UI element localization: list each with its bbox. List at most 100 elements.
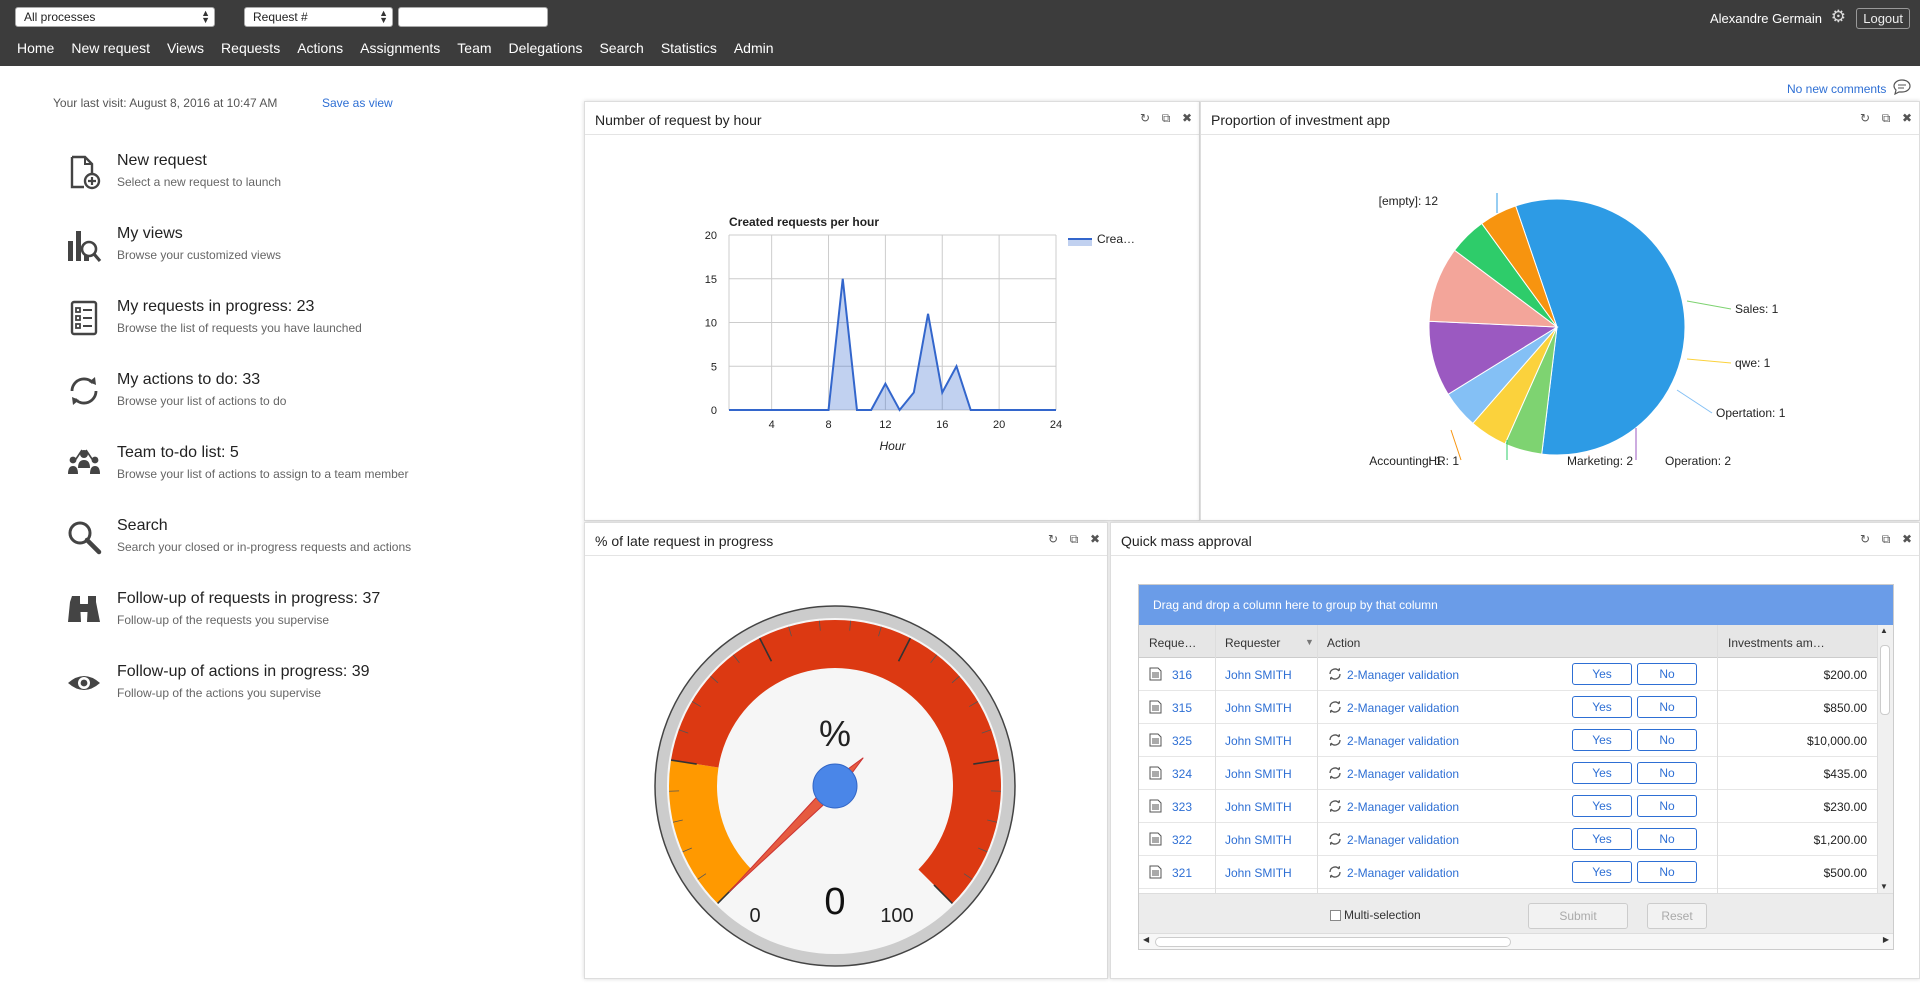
menu-team-todo[interactable]: Team to-do list: 5 Browse your list of a…: [66, 444, 546, 494]
col-header-request[interactable]: Reque…: [1149, 636, 1196, 650]
menu-follow-actions[interactable]: Follow-up of actions in progress: 39 Fol…: [66, 663, 546, 713]
nav-admin[interactable]: Admin: [734, 38, 774, 60]
table-row[interactable]: 321John SMITH2-Manager validationYesNo$5…: [1139, 856, 1877, 889]
request-id-link[interactable]: 315: [1172, 701, 1192, 715]
menu-my-requests[interactable]: My requests in progress: 23 Browse the l…: [66, 298, 546, 348]
no-button[interactable]: No: [1637, 663, 1697, 685]
nav-assignments[interactable]: Assignments: [360, 38, 440, 60]
nav-home[interactable]: Home: [17, 38, 54, 60]
menu-my-views[interactable]: My views Browse your customized views: [66, 225, 546, 275]
scroll-up-icon[interactable]: ▲: [1880, 626, 1888, 635]
yes-button[interactable]: Yes: [1572, 696, 1632, 718]
request-type-select[interactable]: Request # ▲▼: [244, 7, 393, 27]
request-id-link[interactable]: 322: [1172, 833, 1192, 847]
menu-new-request[interactable]: New request Select a new request to laun…: [66, 152, 546, 202]
table-row[interactable]: 325John SMITH2-Manager validationYesNo$1…: [1139, 724, 1877, 757]
nav-new-request[interactable]: New request: [71, 38, 150, 60]
no-button[interactable]: No: [1637, 696, 1697, 718]
refresh-icon[interactable]: ↻: [1139, 111, 1151, 125]
nav-views[interactable]: Views: [167, 38, 204, 60]
requester-link[interactable]: John SMITH: [1225, 833, 1292, 847]
requester-link[interactable]: John SMITH: [1225, 767, 1292, 781]
group-by-bar[interactable]: Drag and drop a column here to group by …: [1139, 585, 1893, 625]
requester-link[interactable]: John SMITH: [1225, 800, 1292, 814]
vertical-scrollbar[interactable]: ▲ ▼: [1877, 625, 1893, 893]
scroll-thumb[interactable]: [1880, 645, 1890, 715]
yes-button[interactable]: Yes: [1572, 729, 1632, 751]
gear-icon[interactable]: ⚙: [1831, 8, 1846, 26]
requester-link[interactable]: John SMITH: [1225, 668, 1292, 682]
table-row[interactable]: 315John SMITH2-Manager validationYesNo$8…: [1139, 691, 1877, 724]
nav-search[interactable]: Search: [599, 38, 643, 60]
requester-link[interactable]: John SMITH: [1225, 734, 1292, 748]
popout-icon[interactable]: ⧉: [1880, 532, 1892, 546]
nav-actions[interactable]: Actions: [297, 38, 343, 60]
col-header-investment[interactable]: Investments am…: [1728, 636, 1825, 650]
action-link[interactable]: 2-Manager validation: [1347, 866, 1459, 880]
nav-statistics[interactable]: Statistics: [661, 38, 717, 60]
horizontal-scrollbar[interactable]: ◀ ▶: [1139, 933, 1893, 949]
scroll-thumb[interactable]: [1155, 937, 1511, 947]
user-name[interactable]: Alexandre Germain: [1710, 11, 1822, 26]
reset-button[interactable]: Reset: [1647, 903, 1707, 929]
table-row[interactable]: 323John SMITH2-Manager validationYesNo$2…: [1139, 790, 1877, 823]
yes-button[interactable]: Yes: [1572, 861, 1632, 883]
submit-button[interactable]: Submit: [1528, 903, 1628, 929]
scroll-left-icon[interactable]: ◀: [1143, 935, 1149, 944]
requester-link[interactable]: John SMITH: [1225, 866, 1292, 880]
sort-down-icon[interactable]: ▼: [1305, 637, 1314, 647]
action-link[interactable]: 2-Manager validation: [1347, 800, 1459, 814]
table-row[interactable]: 324John SMITH2-Manager validationYesNo$4…: [1139, 757, 1877, 790]
save-as-view-link[interactable]: Save as view: [322, 96, 393, 110]
action-link[interactable]: 2-Manager validation: [1347, 767, 1459, 781]
nav-team[interactable]: Team: [457, 38, 491, 60]
action-link[interactable]: 2-Manager validation: [1347, 668, 1459, 682]
scroll-right-icon[interactable]: ▶: [1883, 935, 1889, 944]
no-button[interactable]: No: [1637, 729, 1697, 751]
request-id-link[interactable]: 316: [1172, 668, 1192, 682]
request-id-link[interactable]: 324: [1172, 767, 1192, 781]
action-link[interactable]: 2-Manager validation: [1347, 833, 1459, 847]
yes-button[interactable]: Yes: [1572, 762, 1632, 784]
close-icon[interactable]: ✖: [1901, 532, 1913, 546]
requester-link[interactable]: John SMITH: [1225, 701, 1292, 715]
col-header-requester[interactable]: Requester: [1225, 636, 1280, 650]
table-row[interactable]: 322John SMITH2-Manager validationYesNo$1…: [1139, 823, 1877, 856]
menu-search[interactable]: Search Search your closed or in-progress…: [66, 517, 546, 567]
no-button[interactable]: No: [1637, 762, 1697, 784]
yes-button[interactable]: Yes: [1572, 663, 1632, 685]
close-icon[interactable]: ✖: [1181, 111, 1193, 125]
popout-icon[interactable]: ⧉: [1068, 532, 1080, 546]
process-select[interactable]: All processes ▲▼: [15, 7, 215, 27]
no-button[interactable]: No: [1637, 828, 1697, 850]
menu-my-actions[interactable]: My actions to do: 33 Browse your list of…: [66, 371, 546, 421]
no-button[interactable]: No: [1637, 861, 1697, 883]
table-row[interactable]: 316John SMITH2-Manager validationYesNo$2…: [1139, 658, 1877, 691]
yes-button[interactable]: Yes: [1572, 795, 1632, 817]
comment-icon[interactable]: [1893, 79, 1911, 95]
checkbox-box[interactable]: [1330, 910, 1341, 921]
nav-requests[interactable]: Requests: [221, 38, 280, 60]
menu-follow-requests[interactable]: Follow-up of requests in progress: 37 Fo…: [66, 590, 546, 640]
scroll-down-icon[interactable]: ▼: [1880, 882, 1888, 891]
close-icon[interactable]: ✖: [1089, 532, 1101, 546]
refresh-icon[interactable]: ↻: [1859, 532, 1871, 546]
no-comments-link[interactable]: No new comments: [1787, 82, 1886, 96]
popout-icon[interactable]: ⧉: [1160, 111, 1172, 125]
refresh-icon[interactable]: ↻: [1859, 111, 1871, 125]
nav-delegations[interactable]: Delegations: [509, 38, 583, 60]
logout-button[interactable]: Logout: [1856, 8, 1910, 29]
refresh-icon[interactable]: ↻: [1047, 532, 1059, 546]
request-id-link[interactable]: 321: [1172, 866, 1192, 880]
no-button[interactable]: No: [1637, 795, 1697, 817]
request-number-input[interactable]: [398, 7, 548, 27]
action-link[interactable]: 2-Manager validation: [1347, 701, 1459, 715]
multi-selection-checkbox[interactable]: Multi-selection: [1330, 908, 1421, 922]
close-icon[interactable]: ✖: [1901, 111, 1913, 125]
request-id-link[interactable]: 323: [1172, 800, 1192, 814]
request-id-link[interactable]: 325: [1172, 734, 1192, 748]
popout-icon[interactable]: ⧉: [1880, 111, 1892, 125]
action-link[interactable]: 2-Manager validation: [1347, 734, 1459, 748]
yes-button[interactable]: Yes: [1572, 828, 1632, 850]
col-header-action[interactable]: Action: [1327, 636, 1360, 650]
